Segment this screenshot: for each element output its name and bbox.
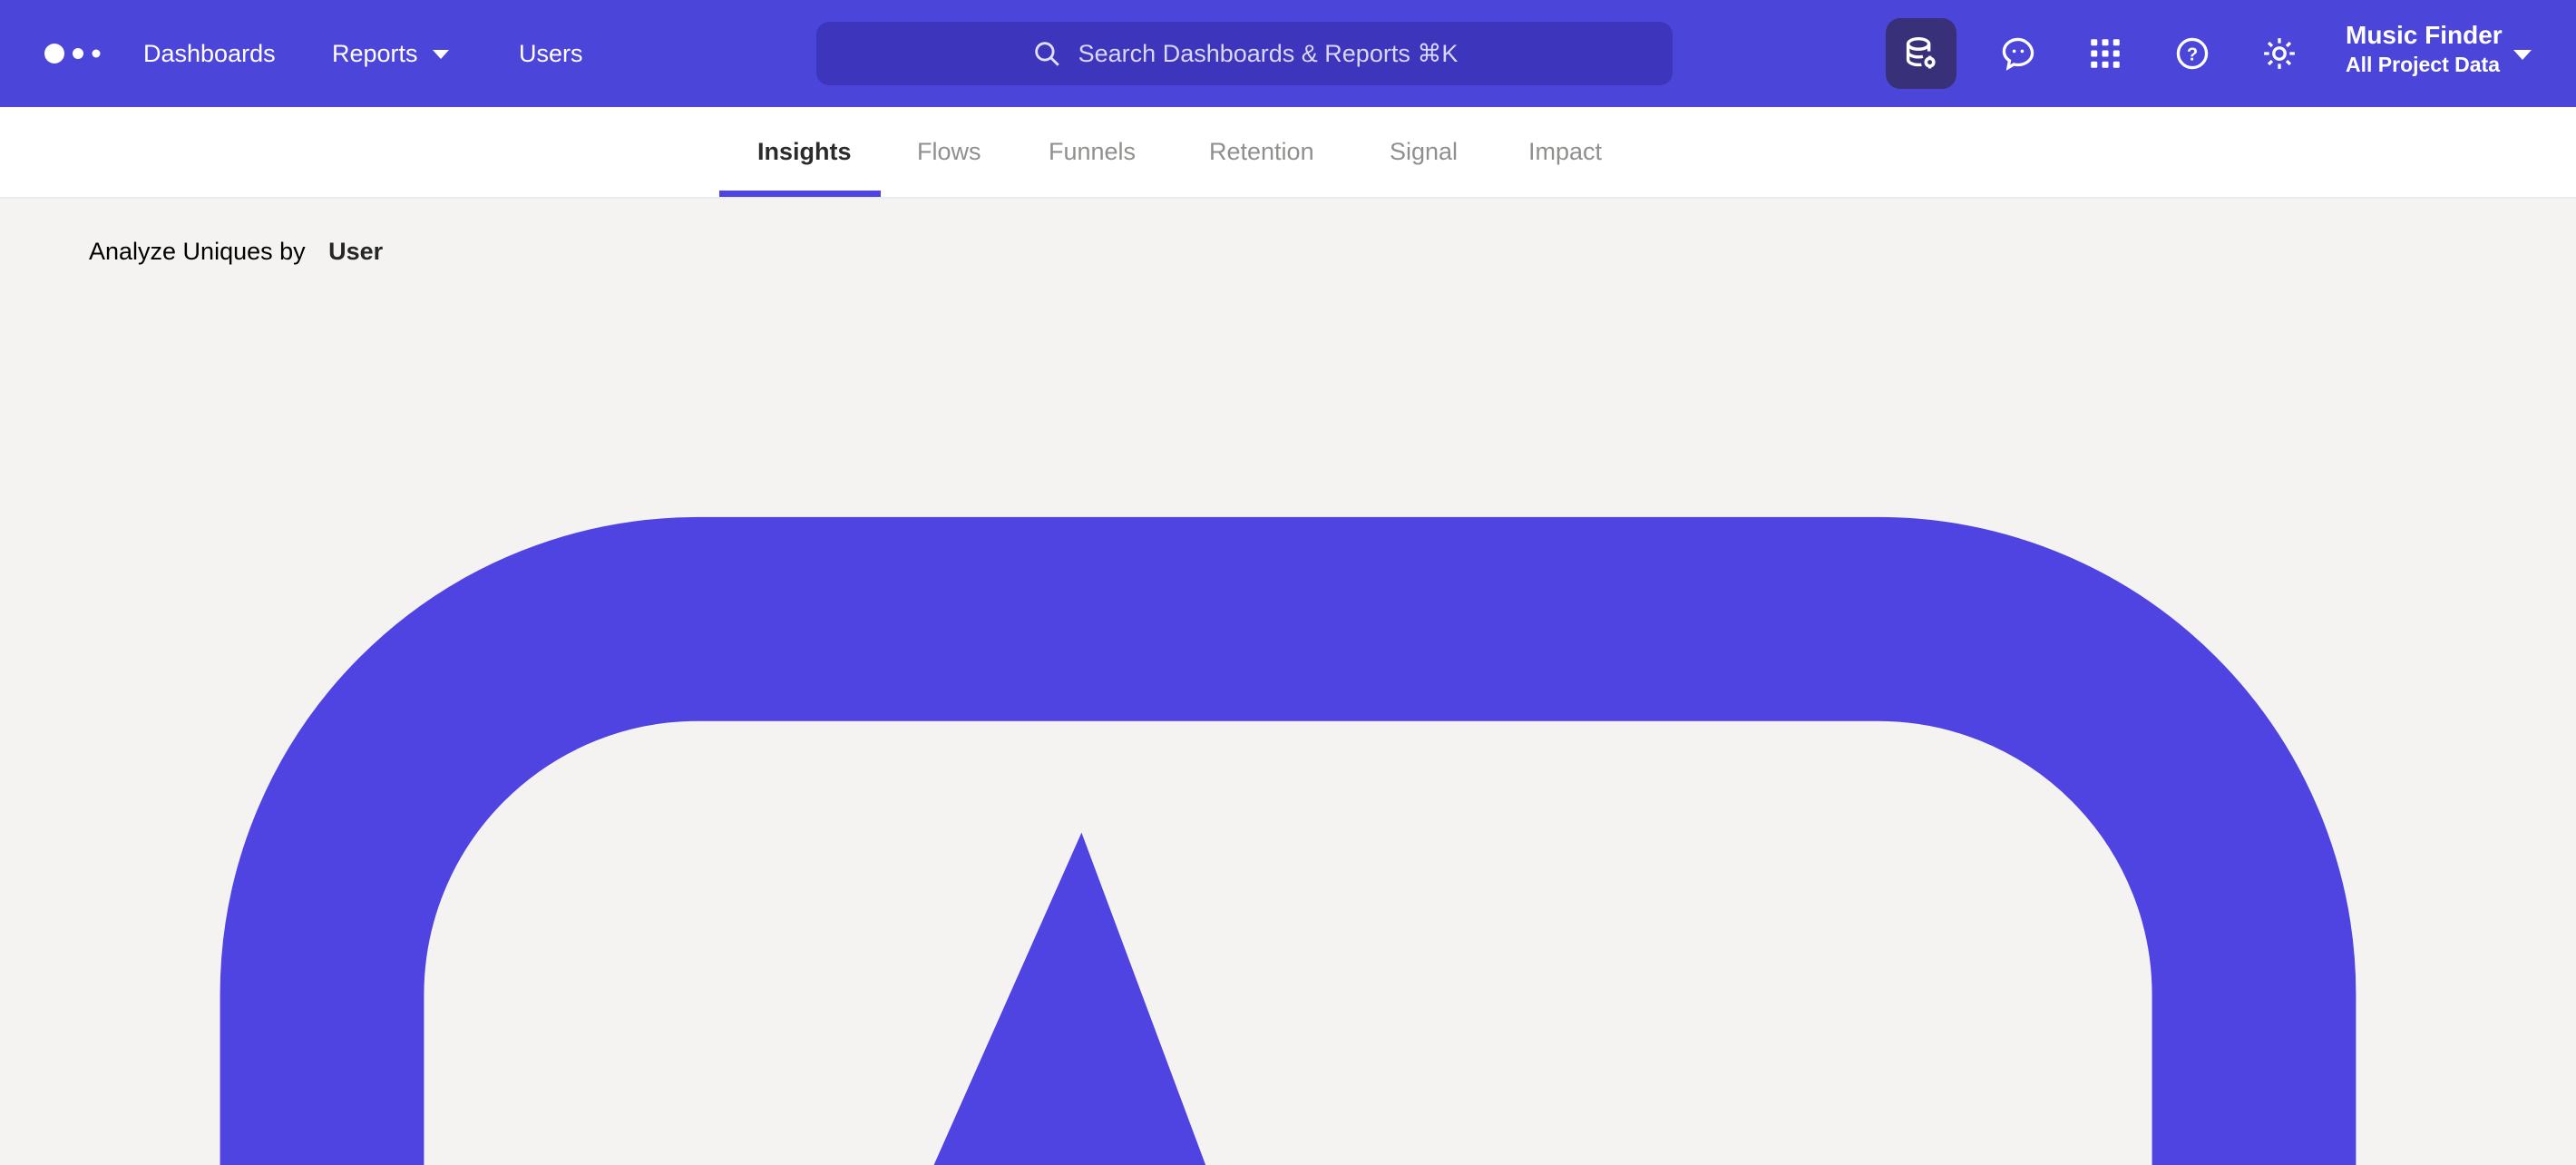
project-caret-icon (2513, 50, 2532, 60)
top-header-bar: Dashboards Reports Users Search Dashboar… (0, 0, 2576, 107)
tab-insights-label: Insights (757, 138, 852, 165)
apps-grid-button[interactable] (2070, 18, 2141, 89)
report-tab-bar: Insights Flows Funnels Retention Signal … (0, 107, 2576, 199)
tab-signal-label: Signal (1390, 138, 1459, 165)
project-selector[interactable]: Music Finder All Project Data (2346, 20, 2503, 78)
tab-retention[interactable]: Retention (1209, 107, 1314, 197)
analyze-prefix: Analyze Uniques by (89, 238, 306, 265)
help-button[interactable]: ? (2157, 18, 2228, 89)
settings-button[interactable] (2244, 18, 2315, 89)
tab-flows-label: Flows (917, 138, 981, 165)
tab-flows[interactable]: Flows (917, 107, 981, 197)
nav-users-label: Users (519, 39, 583, 67)
builder-view-tabs (0, 190, 2576, 1165)
nav-reports-label: Reports (332, 39, 418, 67)
gear-icon (2264, 38, 2295, 69)
query-builder-card: EVENTS & COHORTS (0, 190, 2576, 1165)
nav-users[interactable]: Users (519, 0, 583, 107)
chevron-down-icon (432, 50, 449, 59)
events-view-tab-icon[interactable] (0, 190, 2576, 1165)
chat-bubble-icon (2002, 37, 2034, 71)
search-icon (1034, 42, 1059, 66)
mixpanel-app: Dashboards Reports Users Search Dashboar… (0, 0, 2576, 1165)
help-icon: ? (2176, 37, 2209, 70)
project-name: Music Finder (2346, 21, 2503, 49)
tab-impact[interactable]: Impact (1528, 107, 1602, 197)
nav-dashboards[interactable]: Dashboards (143, 0, 276, 107)
tab-funnels-label: Funnels (1049, 138, 1137, 165)
support-chat-button[interactable] (1983, 18, 2054, 89)
tab-funnels[interactable]: Funnels (1049, 107, 1136, 197)
tab-impact-label: Impact (1528, 138, 1603, 165)
database-gear-icon (1906, 36, 1936, 69)
analyze-line: Analyze Uniques by User (89, 238, 383, 266)
grid-icon (2091, 39, 2120, 68)
nav-reports[interactable]: Reports (332, 0, 451, 107)
data-management-button[interactable] (1886, 18, 1956, 89)
project-scope: All Project Data (2346, 53, 2500, 76)
tab-retention-label: Retention (1209, 138, 1314, 165)
search-placeholder: Search Dashboards & Reports ⌘K (1078, 39, 1459, 67)
mixpanel-logo-icon[interactable] (42, 37, 114, 70)
tab-signal[interactable]: Signal (1390, 107, 1458, 197)
svg-text:?: ? (2187, 44, 2198, 64)
tab-insights[interactable]: Insights (757, 107, 852, 197)
analyze-entity-selector[interactable]: User (328, 238, 383, 265)
nav-dashboards-label: Dashboards (143, 39, 276, 67)
search-input[interactable]: Search Dashboards & Reports ⌘K (816, 22, 1673, 85)
active-tab-underline (719, 191, 881, 197)
